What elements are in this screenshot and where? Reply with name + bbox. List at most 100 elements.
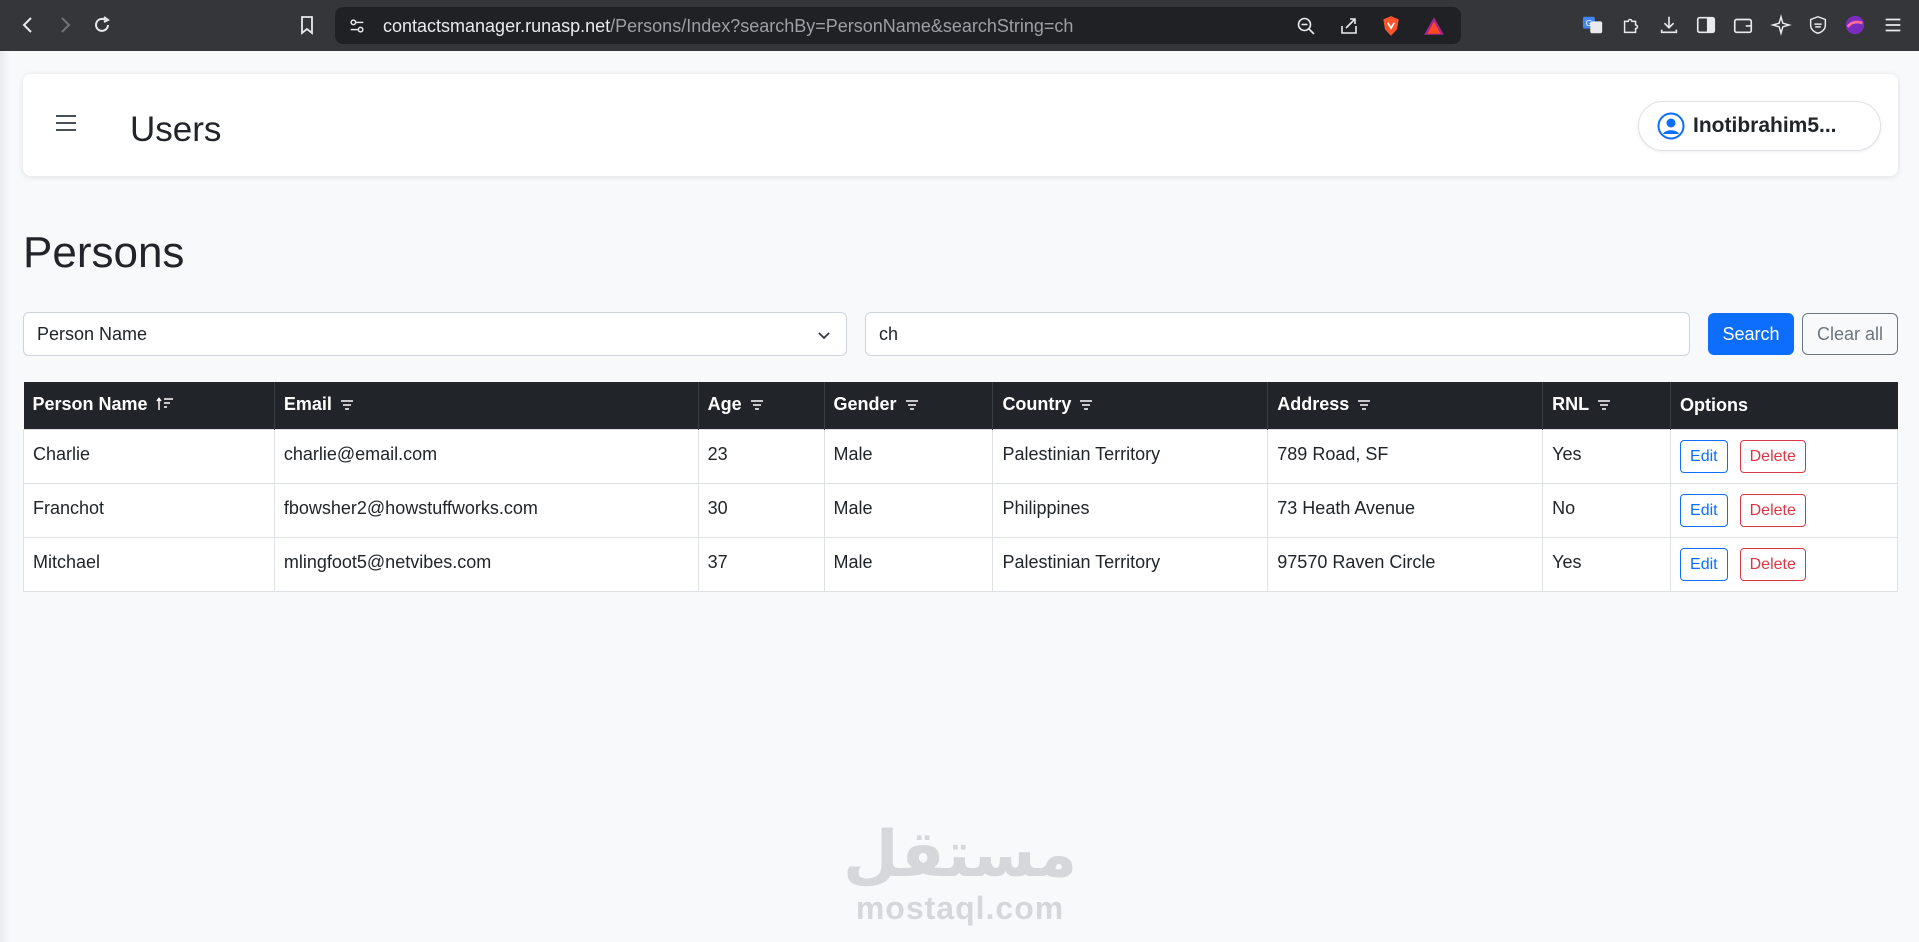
user-avatar-icon (1657, 112, 1685, 140)
cell-options: Edit Delete (1670, 536, 1898, 592)
column-header-age[interactable]: Age (698, 382, 825, 429)
filter-icon[interactable] (1357, 395, 1371, 416)
edit-button[interactable]: Edit (1680, 439, 1728, 473)
download-icon[interactable] (1657, 13, 1681, 37)
table-row: Charlie charlie@email.com 23 Male Palest… (23, 428, 1898, 484)
cell-address: 97570 Raven Circle (1267, 536, 1544, 592)
top-header: Users Inotibrahim5... (23, 74, 1898, 176)
user-name: Inotibrahim5... (1693, 114, 1837, 137)
table-row: Mitchael mlingfoot5@netvibes.com 37 Male… (23, 536, 1898, 592)
cell-age: 37 (697, 536, 825, 592)
svg-text:G: G (1586, 18, 1592, 28)
wallet-icon[interactable] (1731, 13, 1755, 37)
url-text: contactsmanager.runasp.net/Persons/Index… (383, 16, 1073, 37)
leo-ai-icon[interactable] (1769, 13, 1793, 37)
cell-country: Palestinian Territory (992, 536, 1269, 592)
column-header-options: Options (1670, 382, 1898, 429)
column-header-gender[interactable]: Gender (824, 382, 994, 429)
cell-gender: Male (823, 536, 994, 592)
translate-extension-icon[interactable]: G (1581, 13, 1605, 37)
column-header-person-name[interactable]: Person Name (23, 382, 275, 429)
cell-options: Edit Delete (1670, 482, 1898, 538)
persons-table: Person Name Email Age Gender Country Add… (23, 382, 1898, 592)
cell-person-name: Charlie (23, 428, 275, 484)
user-menu-button[interactable]: Inotibrahim5... (1638, 101, 1881, 151)
table-header-row: Person Name Email Age Gender Country Add… (23, 382, 1898, 429)
filter-icon[interactable] (1597, 395, 1611, 416)
clear-all-button[interactable]: Clear all (1802, 313, 1898, 355)
column-label: Age (707, 394, 742, 415)
search-by-value: Person Name (37, 323, 148, 344)
profile-avatar-icon[interactable] (1843, 13, 1867, 37)
watermark-arabic: مستقل (843, 818, 1078, 892)
table-row: Franchot fbowsher2@howstuffworks.com 30 … (23, 482, 1898, 538)
address-bar[interactable]: contactsmanager.runasp.net/Persons/Index… (335, 7, 1461, 44)
vpn-shield-icon[interactable] (1806, 13, 1830, 37)
cell-age: 23 (697, 428, 825, 484)
filter-icon[interactable] (1079, 395, 1093, 416)
edit-button[interactable]: Edit (1680, 493, 1728, 527)
column-header-rnl[interactable]: RNL (1542, 382, 1672, 429)
reload-button[interactable] (87, 10, 117, 40)
sidebar-toggle-icon[interactable] (1694, 13, 1718, 37)
cell-email: fbowsher2@howstuffworks.com (273, 482, 699, 538)
bookmark-icon (301, 16, 313, 35)
watermark-latin: mostaql.com (855, 890, 1065, 926)
delete-button[interactable]: Delete (1739, 439, 1806, 473)
search-input[interactable] (865, 312, 1690, 356)
cell-age: 30 (697, 482, 825, 538)
cell-country: Philippines (992, 482, 1269, 538)
zoom-icon[interactable] (1295, 15, 1317, 37)
column-header-email[interactable]: Email (274, 382, 699, 429)
chevron-down-icon (818, 332, 830, 340)
bookmark-button[interactable] (292, 10, 322, 40)
menu-toggle-icon[interactable] (56, 115, 76, 131)
back-button[interactable] (13, 10, 43, 40)
sort-ascending-icon[interactable] (155, 395, 174, 416)
cell-person-name: Mitchael (23, 536, 275, 592)
cell-rnl: Yes (1542, 428, 1672, 484)
forward-arrow-icon (61, 17, 71, 33)
page-title: Persons (23, 228, 185, 277)
edit-button[interactable]: Edit (1680, 547, 1728, 581)
brave-rewards-icon[interactable] (1423, 15, 1445, 37)
extensions-icon[interactable] (1619, 13, 1643, 37)
browser-menu-icon[interactable] (1881, 13, 1905, 37)
column-header-address[interactable]: Address (1267, 382, 1544, 429)
forward-button[interactable] (50, 10, 80, 40)
cell-email: charlie@email.com (273, 428, 699, 484)
url-path: /Persons/Index?searchBy=PersonName&searc… (610, 16, 1074, 36)
browser-toolbar: contactsmanager.runasp.net/Persons/Index… (0, 0, 1919, 51)
cell-person-name: Franchot (23, 482, 275, 538)
filter-icon[interactable] (905, 395, 919, 416)
mostaql-watermark: مستقل mostaql.com (843, 820, 1077, 926)
brave-shield-icon[interactable] (1380, 15, 1402, 37)
cell-address: 73 Heath Avenue (1267, 482, 1544, 538)
site-settings-icon[interactable] (346, 15, 368, 37)
filter-icon[interactable] (750, 395, 764, 416)
column-label: Person Name (32, 394, 148, 415)
column-header-country[interactable]: Country (992, 382, 1269, 429)
back-arrow-icon (22, 17, 32, 33)
cell-email: mlingfoot5@netvibes.com (273, 536, 699, 592)
delete-button[interactable]: Delete (1739, 547, 1806, 581)
page-left-edge (0, 51, 10, 942)
cell-address: 789 Road, SF (1267, 428, 1544, 484)
reload-icon (95, 16, 110, 32)
cell-gender: Male (823, 428, 994, 484)
url-host: contactsmanager.runasp.net (383, 16, 611, 36)
column-label: Gender (833, 394, 897, 415)
filter-icon[interactable] (340, 395, 354, 416)
header-title: Users (130, 110, 222, 149)
share-icon[interactable] (1338, 15, 1360, 37)
search-button[interactable]: Search (1708, 313, 1794, 355)
cell-gender: Male (823, 482, 994, 538)
delete-button[interactable]: Delete (1739, 493, 1806, 527)
cell-options: Edit Delete (1670, 428, 1898, 484)
cell-country: Palestinian Territory (992, 428, 1269, 484)
column-label: Address (1277, 394, 1350, 415)
column-label: Options (1680, 394, 1749, 415)
search-by-select[interactable]: Person Name (23, 312, 847, 356)
cell-rnl: Yes (1542, 536, 1672, 592)
column-label: Country (1002, 394, 1072, 415)
